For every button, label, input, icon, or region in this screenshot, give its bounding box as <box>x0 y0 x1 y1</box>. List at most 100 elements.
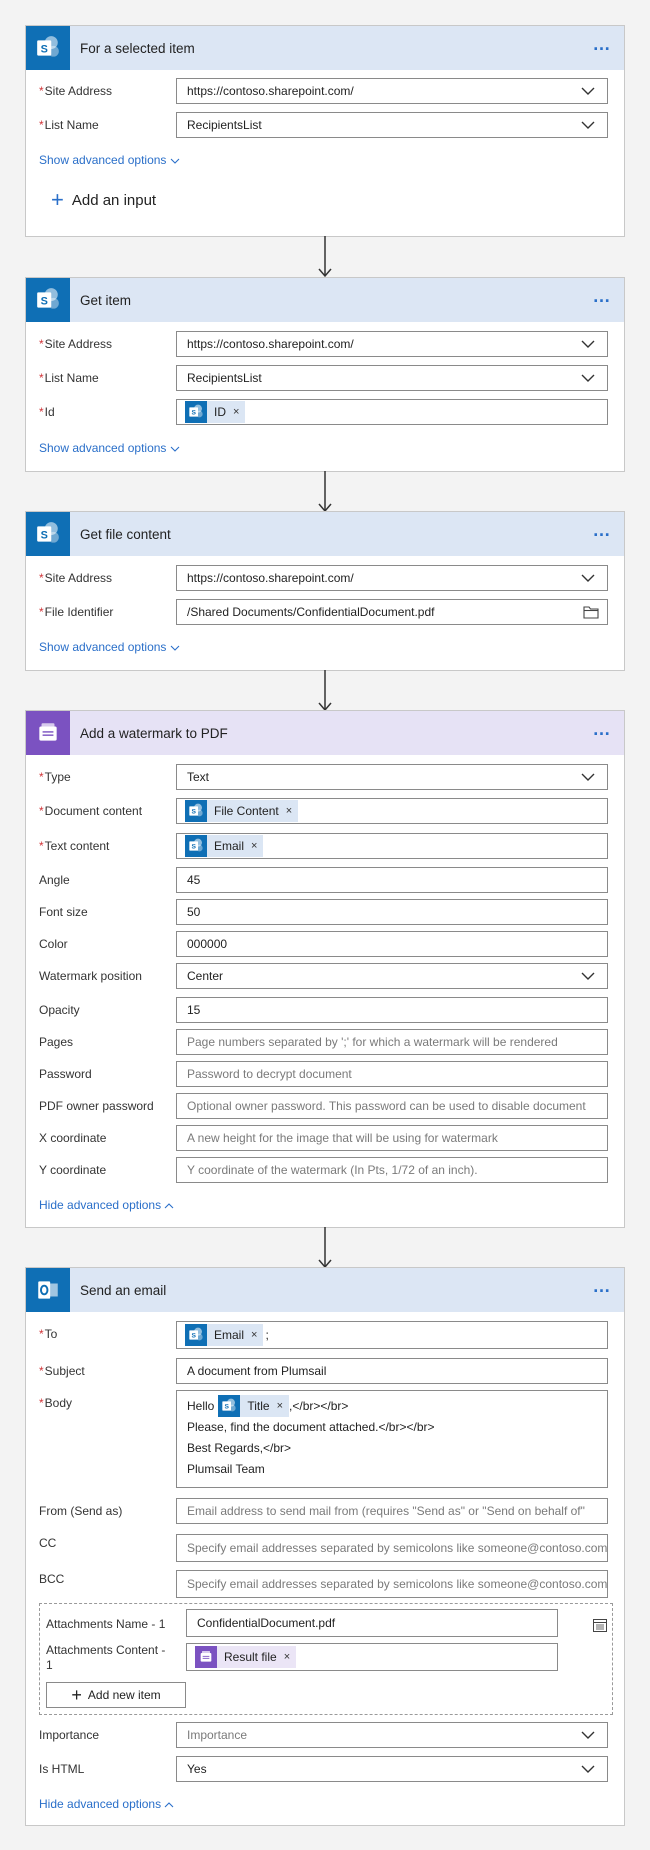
file-content-token[interactable]: File Content × <box>185 800 299 822</box>
subject-label: Subject <box>44 1364 85 1378</box>
plumsail-icon <box>195 1646 217 1668</box>
pdf-owner-password-input[interactable]: Optional owner password. This password c… <box>176 1093 608 1119</box>
id-field[interactable]: ID × <box>176 399 608 425</box>
site-address-value: https://contoso.sharepoint.com/ <box>187 84 354 98</box>
site-address-dropdown[interactable]: https://contoso.sharepoint.com/ <box>176 78 608 104</box>
email-token[interactable]: Email × <box>185 835 264 857</box>
site-address-row: *Site Address https://contoso.sharepoint… <box>26 331 626 359</box>
watermark-position-dropdown[interactable]: Center <box>176 963 608 989</box>
result-file-token[interactable]: Result file × <box>195 1646 297 1668</box>
recipient-separator: ; <box>265 1328 269 1342</box>
remove-token-icon[interactable]: × <box>284 1651 290 1663</box>
x-coordinate-input[interactable]: A new height for the image that will be … <box>176 1125 608 1151</box>
chevron-down-icon <box>581 1765 595 1773</box>
y-coordinate-input[interactable]: Y coordinate of the watermark (In Pts, 1… <box>176 1157 608 1183</box>
more-options-icon[interactable]: … <box>588 35 616 58</box>
connector-arrow <box>318 670 332 712</box>
font-size-label: Font size <box>39 905 88 919</box>
is-html-dropdown[interactable]: Yes <box>176 1756 608 1782</box>
password-input[interactable]: Password to decrypt document <box>176 1061 608 1087</box>
importance-label: Importance <box>39 1728 100 1742</box>
angle-row: Angle 45 <box>26 867 626 895</box>
type-value: Text <box>187 770 210 784</box>
attachments-content-field[interactable]: Result file × <box>186 1643 558 1671</box>
show-advanced-options-link[interactable]: Show advanced options <box>39 153 180 167</box>
chevron-down-icon <box>581 374 595 382</box>
password-row: Password Password to decrypt document <box>26 1061 626 1089</box>
list-name-dropdown[interactable]: RecipientsList <box>176 365 608 391</box>
subject-input[interactable]: A document from Plumsail <box>176 1358 608 1384</box>
more-options-icon[interactable]: … <box>588 1277 616 1300</box>
more-options-icon[interactable]: … <box>588 521 616 544</box>
chevron-down-icon <box>581 574 595 582</box>
file-identifier-value: /Shared Documents/ConfidentialDocument.p… <box>187 605 435 619</box>
get-item-card-header[interactable]: Get item … <box>26 278 624 322</box>
show-advanced-options-link[interactable]: Show advanced options <box>39 441 180 455</box>
more-options-icon[interactable]: … <box>588 287 616 310</box>
font-size-input[interactable]: 50 <box>176 899 608 925</box>
add-new-item-button[interactable]: + Add new item <box>46 1682 186 1708</box>
site-address-dropdown[interactable]: https://contoso.sharepoint.com/ <box>176 331 608 357</box>
importance-row: Importance Importance <box>26 1722 626 1750</box>
pdf-owner-password-row: PDF owner password Optional owner passwo… <box>26 1093 626 1121</box>
site-address-dropdown[interactable]: https://contoso.sharepoint.com/ <box>176 565 608 591</box>
title-token[interactable]: Title × <box>218 1394 290 1417</box>
type-dropdown[interactable]: Text <box>176 764 608 790</box>
get-file-content-card-header[interactable]: Get file content … <box>26 512 624 556</box>
email-token[interactable]: Email × <box>185 1324 264 1346</box>
card-title: Get file content <box>80 526 171 542</box>
document-content-field[interactable]: File Content × <box>176 798 608 824</box>
color-input[interactable]: 000000 <box>176 931 608 957</box>
importance-dropdown[interactable]: Importance <box>176 1722 608 1748</box>
to-field[interactable]: Email × ; <box>176 1321 608 1349</box>
list-name-value: RecipientsList <box>187 371 262 385</box>
watermark-position-value: Center <box>187 969 224 983</box>
file-identifier-field[interactable]: /Shared Documents/ConfidentialDocument.p… <box>176 599 608 625</box>
sharepoint-icon <box>26 512 70 556</box>
opacity-input[interactable]: 15 <box>176 997 608 1023</box>
body-editor[interactable]: Hello Title × ,</br></br> Please, find t… <box>176 1390 608 1488</box>
trigger-card-header[interactable]: For a selected item … <box>26 26 624 70</box>
remove-token-icon[interactable]: × <box>277 1400 283 1412</box>
is-html-row: Is HTML Yes <box>26 1756 626 1784</box>
cc-input[interactable]: Specify email addresses separated by sem… <box>176 1534 608 1562</box>
list-name-label: List Name <box>44 118 99 132</box>
site-address-label: Site Address <box>44 571 113 585</box>
document-content-row: *Document content File Content × <box>26 798 626 826</box>
chevron-down-icon <box>170 446 180 452</box>
sharepoint-icon <box>218 1394 241 1417</box>
bcc-label: BCC <box>39 1572 65 1586</box>
card-title: Add a watermark to PDF <box>80 725 228 741</box>
list-name-dropdown[interactable]: RecipientsList <box>176 112 608 138</box>
remove-token-icon[interactable]: × <box>233 406 239 418</box>
remove-token-icon[interactable]: × <box>251 1329 257 1341</box>
attachments-group: Attachments Name - 1 ConfidentialDocumen… <box>39 1603 613 1715</box>
hide-advanced-options-link[interactable]: Hide advanced options <box>39 1198 174 1212</box>
folder-icon[interactable] <box>583 605 599 619</box>
show-advanced-options-link[interactable]: Show advanced options <box>39 640 180 654</box>
get-file-content-card: Get file content … *Site Address https:/… <box>25 511 625 671</box>
attachments-name-input[interactable]: ConfidentialDocument.pdf <box>186 1609 558 1637</box>
add-input-button[interactable]: + Add an input <box>51 189 156 211</box>
bcc-row: BCC Specify email addresses separated by… <box>26 1566 626 1598</box>
hide-advanced-options-link[interactable]: Hide advanced options <box>39 1797 174 1811</box>
send-email-card-header[interactable]: Send an email … <box>26 1268 624 1312</box>
bcc-input[interactable]: Specify email addresses separated by sem… <box>176 1570 608 1598</box>
from-input[interactable]: Email address to send mail from (require… <box>176 1498 608 1524</box>
sharepoint-icon <box>185 835 207 857</box>
switch-to-array-icon[interactable] <box>592 1617 608 1633</box>
outlook-icon <box>26 1268 70 1312</box>
font-size-row: Font size 50 <box>26 899 626 927</box>
more-options-icon[interactable]: … <box>588 720 616 743</box>
text-content-field[interactable]: Email × <box>176 833 608 859</box>
required-marker: * <box>39 371 44 385</box>
remove-token-icon[interactable]: × <box>286 805 292 817</box>
remove-token-icon[interactable]: × <box>251 840 257 852</box>
pages-label: Pages <box>39 1035 74 1049</box>
watermark-card-header[interactable]: Add a watermark to PDF … <box>26 711 624 755</box>
required-marker: * <box>39 770 44 784</box>
id-token[interactable]: ID × <box>185 401 246 423</box>
pages-input[interactable]: Page numbers separated by ';' for which … <box>176 1029 608 1055</box>
site-address-value: https://contoso.sharepoint.com/ <box>187 337 354 351</box>
angle-input[interactable]: 45 <box>176 867 608 893</box>
